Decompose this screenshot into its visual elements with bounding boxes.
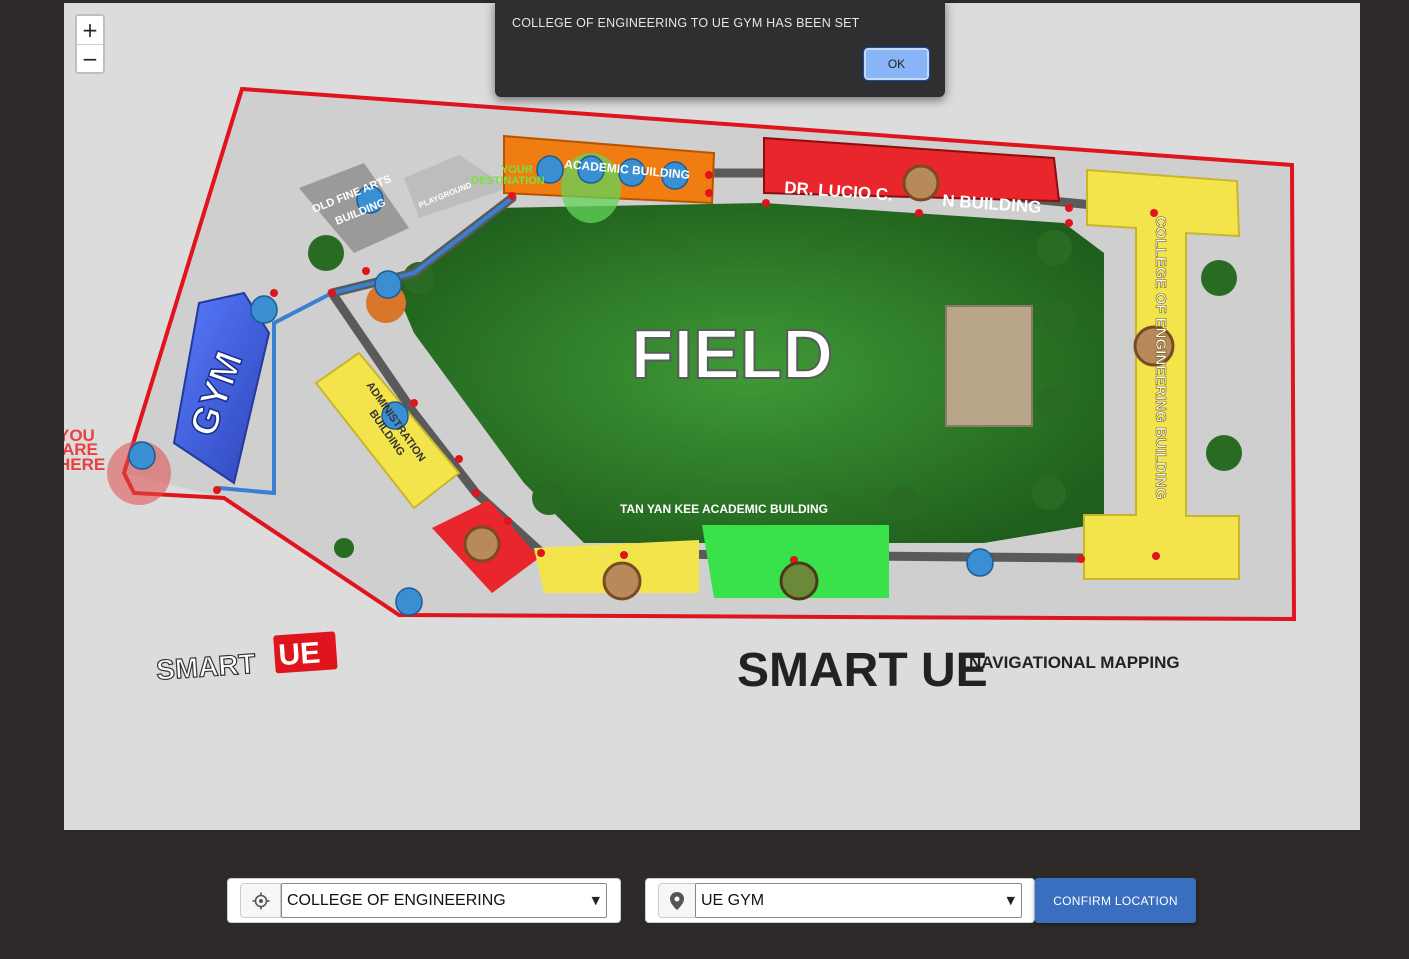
tan-yan-kee-label: TAN YAN KEE ACADEMIC BUILDING [620, 502, 828, 516]
map-subtitle: NAVIGATIONAL MAPPING [969, 653, 1180, 672]
field-label: FIELD [631, 315, 833, 393]
zoom-control: + − [75, 14, 105, 74]
you-are-here-label-3: HERE [64, 455, 105, 474]
alert-message: COLLEGE OF ENGINEERING TO UE GYM HAS BEE… [512, 16, 860, 30]
your-destination-label-2: DESTINATION [471, 175, 545, 187]
svg-text:UE: UE [277, 636, 321, 672]
destination-select-value: UE GYM [701, 892, 765, 909]
chevron-down-icon: ▼ [1006, 894, 1015, 907]
pin-you-are-here[interactable] [128, 441, 156, 470]
map-title: SMART UE [737, 644, 988, 697]
origin-control: COLLEGE OF ENGINEERING ▼ [227, 878, 621, 923]
svg-text:SMART: SMART [155, 648, 256, 686]
zoom-in-button[interactable]: + [77, 16, 103, 45]
destination-control: UE GYM ▼ [645, 878, 1035, 923]
alert-ok-button[interactable]: OK [863, 47, 930, 81]
sand-pit [945, 305, 1033, 427]
pin-gate[interactable] [395, 587, 423, 616]
engineering-label: COLLEGE OF ENGINEERING BUILDING [1152, 216, 1169, 499]
chevron-down-icon: ▼ [591, 894, 600, 907]
zoom-out-button[interactable]: − [77, 45, 103, 72]
alert-dialog: COLLEGE OF ENGINEERING TO UE GYM HAS BEE… [495, 0, 945, 97]
pin-gym[interactable] [250, 295, 278, 324]
confirm-location-button[interactable]: CONFIRM LOCATION [1035, 878, 1196, 923]
smart-ue-logo: SMART UE [155, 631, 338, 686]
pin-tan-yan-kee[interactable] [966, 548, 994, 577]
origin-select-value: COLLEGE OF ENGINEERING [287, 892, 506, 909]
crosshair-icon [240, 883, 281, 918]
origin-select[interactable]: COLLEGE OF ENGINEERING ▼ [281, 883, 607, 918]
campus-map-canvas[interactable]: FIELD GYM DR. LUCIO C. N BUILDING COLLEG… [64, 3, 1360, 830]
campus-map[interactable]: FIELD GYM DR. LUCIO C. N BUILDING COLLEG… [64, 3, 1360, 830]
map-marker-icon [658, 883, 696, 918]
destination-select[interactable]: UE GYM ▼ [695, 883, 1022, 918]
pin-playground[interactable] [374, 270, 402, 299]
